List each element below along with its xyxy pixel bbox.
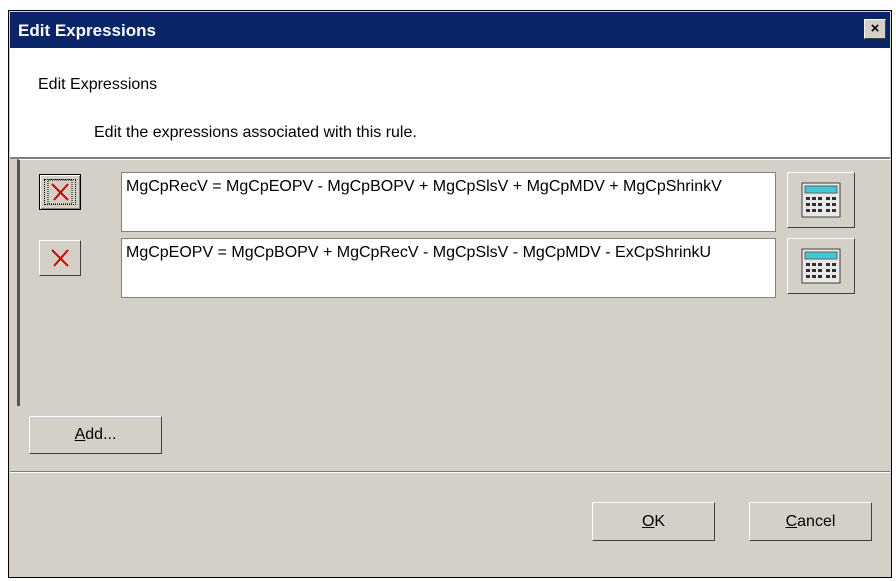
separator: [10, 471, 890, 473]
header-subtitle: Edit the expressions associated with thi…: [94, 124, 417, 141]
expression-builder-button[interactable]: [787, 238, 855, 294]
title-bar: Edit Expressions ×: [10, 12, 890, 48]
ok-label: K: [654, 513, 666, 530]
cancel-label: ancel: [797, 513, 836, 530]
add-label: dd...: [85, 426, 117, 443]
delete-x-icon: [47, 179, 73, 205]
close-button[interactable]: ×: [864, 19, 886, 39]
window-title: Edit Expressions: [18, 21, 156, 40]
delete-expression-button[interactable]: [39, 240, 81, 276]
calculator-icon: [801, 182, 841, 218]
close-icon: ×: [870, 20, 880, 37]
header-title: Edit Expressions: [38, 76, 158, 93]
edit-expressions-dialog: Edit Expressions × Edit Expressions Edit…: [8, 10, 892, 578]
delete-expression-button[interactable]: [39, 174, 81, 210]
dialog-header: Edit Expressions Edit the expressions as…: [10, 48, 890, 159]
add-mnemonic: A: [74, 426, 86, 443]
expression-field[interactable]: MgCpRecV = MgCpEOPV - MgCpBOPV + MgCpSls…: [121, 172, 776, 232]
expression-builder-button[interactable]: [787, 172, 855, 228]
expression-row: MgCpRecV = MgCpEOPV - MgCpBOPV + MgCpSls…: [20, 160, 890, 232]
cancel-mnemonic: C: [785, 513, 798, 530]
calculator-icon: [801, 248, 841, 284]
add-button[interactable]: Add...: [29, 416, 162, 454]
expressions-list: MgCpRecV = MgCpEOPV - MgCpBOPV + MgCpSls…: [17, 159, 891, 406]
expression-row: MgCpEOPV = MgCpBOPV + MgCpRecV - MgCpSls…: [20, 226, 890, 298]
expression-field[interactable]: MgCpEOPV = MgCpBOPV + MgCpRecV - MgCpSls…: [121, 238, 776, 298]
ok-mnemonic: O: [641, 513, 655, 530]
delete-x-icon: [51, 249, 69, 267]
ok-button[interactable]: OK: [592, 502, 715, 541]
cancel-button[interactable]: Cancel: [749, 502, 872, 541]
